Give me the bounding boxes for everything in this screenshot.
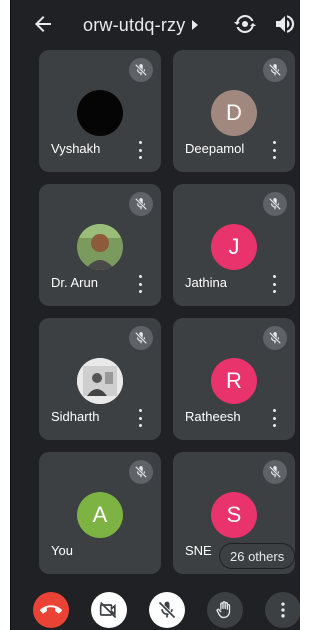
avatar: S bbox=[211, 492, 257, 538]
avatar: J bbox=[211, 224, 257, 270]
avatar bbox=[77, 90, 123, 136]
avatar-initial: A bbox=[92, 502, 108, 527]
others-count-button[interactable]: 26 others bbox=[219, 543, 296, 569]
mic-off-badge bbox=[129, 460, 153, 484]
meet-screen: orw-utdq-rzy Vyshakh D Deepamol Dr. Arun… bbox=[10, 0, 300, 630]
others-count-label: 26 others bbox=[230, 548, 285, 564]
mic-off-icon bbox=[134, 331, 148, 345]
avatar bbox=[77, 358, 123, 404]
end-call-icon bbox=[40, 605, 62, 614]
camera-toggle-button[interactable] bbox=[91, 592, 127, 628]
raise-hand-button[interactable] bbox=[207, 592, 243, 628]
top-bar: orw-utdq-rzy bbox=[11, 0, 300, 50]
avatar: D bbox=[211, 90, 257, 136]
more-options-button[interactable] bbox=[265, 592, 300, 628]
avatar-initial: R bbox=[226, 368, 242, 393]
participant-more-button[interactable] bbox=[269, 141, 279, 159]
mic-off-icon bbox=[268, 331, 282, 345]
participant-name: Ratheesh bbox=[185, 409, 241, 424]
meeting-title-button[interactable]: orw-utdq-rzy bbox=[83, 13, 199, 37]
profile-photo-icon bbox=[77, 224, 123, 270]
mic-off-icon bbox=[268, 197, 282, 211]
participant-tile[interactable]: Vyshakh bbox=[39, 50, 161, 172]
mic-off-icon bbox=[268, 63, 282, 77]
avatar-initial: J bbox=[228, 234, 240, 259]
mic-off-badge bbox=[263, 192, 287, 216]
speaker-icon bbox=[276, 15, 295, 33]
participant-name: SNE bbox=[185, 543, 212, 558]
mic-off-badge bbox=[129, 326, 153, 350]
camera-off-icon bbox=[99, 601, 117, 619]
mic-off-icon bbox=[134, 197, 148, 211]
more-vert-icon bbox=[281, 602, 285, 618]
participant-tile[interactable]: Dr. Arun bbox=[39, 184, 161, 306]
participant-tile[interactable]: J Jathina bbox=[173, 184, 295, 306]
avatar-initial: S bbox=[226, 502, 242, 527]
participant-name: Deepamol bbox=[185, 141, 245, 156]
call-controls bbox=[11, 588, 300, 630]
mic-off-icon bbox=[134, 63, 148, 77]
participant-more-button[interactable] bbox=[135, 141, 145, 159]
switch-camera-icon bbox=[234, 14, 256, 34]
raise-hand-icon bbox=[216, 601, 231, 619]
participant-name: Jathina bbox=[185, 275, 227, 290]
participant-more-button[interactable] bbox=[269, 275, 279, 293]
participant-more-button[interactable] bbox=[269, 409, 279, 427]
participant-tile-self[interactable]: A You bbox=[39, 452, 161, 574]
participant-name: Vyshakh bbox=[51, 141, 101, 156]
avatar-initial: D bbox=[226, 100, 242, 125]
avatar bbox=[77, 224, 123, 270]
participant-more-button[interactable] bbox=[135, 275, 145, 293]
avatar: R bbox=[211, 358, 257, 404]
mic-off-badge bbox=[263, 326, 287, 350]
mic-off-icon bbox=[158, 601, 176, 619]
mic-off-icon bbox=[134, 465, 148, 479]
participant-tile[interactable]: D Deepamol bbox=[173, 50, 295, 172]
participant-tile[interactable]: R Ratheesh bbox=[173, 318, 295, 440]
mic-off-badge bbox=[263, 460, 287, 484]
profile-photo-icon bbox=[77, 358, 123, 404]
mic-off-icon bbox=[268, 465, 282, 479]
mic-toggle-button[interactable] bbox=[149, 592, 185, 628]
participant-name: Dr. Arun bbox=[51, 275, 98, 290]
arrow-back-icon bbox=[35, 16, 51, 32]
participant-name: You bbox=[51, 543, 73, 558]
caret-right-icon bbox=[192, 20, 199, 30]
speaker-button[interactable] bbox=[273, 12, 297, 36]
participant-tile[interactable]: Sidharth bbox=[39, 318, 161, 440]
back-button[interactable] bbox=[31, 12, 55, 36]
participant-name: Sidharth bbox=[51, 409, 100, 424]
end-call-button[interactable] bbox=[33, 592, 69, 628]
meeting-code: orw-utdq-rzy bbox=[83, 14, 186, 35]
mic-off-badge bbox=[129, 192, 153, 216]
participant-more-button[interactable] bbox=[135, 409, 145, 427]
switch-camera-button[interactable] bbox=[233, 12, 257, 36]
avatar: A bbox=[77, 492, 123, 538]
mic-off-badge bbox=[129, 58, 153, 82]
mic-off-badge bbox=[263, 58, 287, 82]
